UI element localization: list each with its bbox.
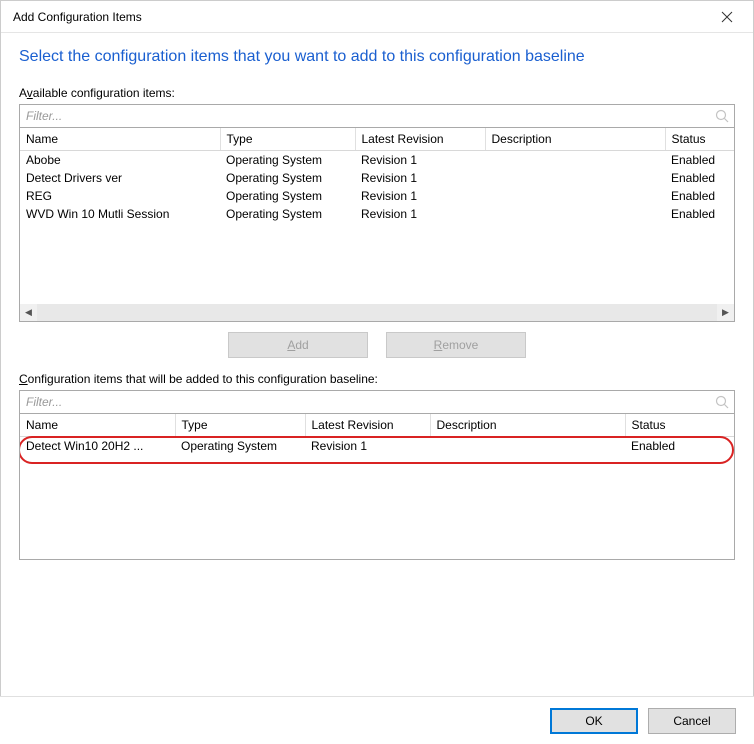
- added-table-container: Name Type Latest Revision Description St…: [19, 414, 735, 560]
- col-type[interactable]: Type: [220, 128, 355, 151]
- ok-button[interactable]: OK: [550, 708, 638, 734]
- added-table-body[interactable]: Detect Win10 20H2 ...Operating SystemRev…: [20, 437, 734, 559]
- dialog-footer: OK Cancel: [0, 696, 754, 744]
- hscrollbar[interactable]: ◀ ▶: [20, 304, 734, 321]
- close-button[interactable]: [707, 3, 747, 31]
- col-status[interactable]: Status: [625, 414, 734, 437]
- table-row[interactable]: Detect Drivers verOperating SystemRevisi…: [20, 169, 734, 187]
- remove-button[interactable]: Remove: [386, 332, 526, 358]
- window-title: Add Configuration Items: [13, 10, 142, 24]
- available-table-body[interactable]: AbobeOperating SystemRevision 1Enabled D…: [20, 151, 734, 321]
- col-latest[interactable]: Latest Revision: [305, 414, 430, 437]
- titlebar: Add Configuration Items: [1, 1, 753, 33]
- col-name[interactable]: Name: [20, 128, 220, 151]
- added-table[interactable]: Name Type Latest Revision Description St…: [20, 414, 734, 437]
- available-table[interactable]: Name Type Latest Revision Description St…: [20, 128, 734, 151]
- table-row[interactable]: Detect Win10 20H2 ...Operating SystemRev…: [20, 437, 734, 455]
- scroll-left-icon[interactable]: ◀: [20, 304, 37, 321]
- col-status[interactable]: Status: [665, 128, 734, 151]
- table-row[interactable]: REGOperating SystemRevision 1Enabled: [20, 187, 734, 205]
- available-filter-wrap: [19, 104, 735, 128]
- added-filter-wrap: [19, 390, 735, 414]
- col-latest[interactable]: Latest Revision: [355, 128, 485, 151]
- available-filter-input[interactable]: [20, 105, 734, 127]
- col-description[interactable]: Description: [485, 128, 665, 151]
- table-row[interactable]: AbobeOperating SystemRevision 1Enabled: [20, 151, 734, 169]
- cancel-button[interactable]: Cancel: [648, 708, 736, 734]
- close-icon: [721, 11, 733, 23]
- middle-button-row: Add Remove: [19, 322, 735, 372]
- headline: Select the configuration items that you …: [19, 47, 735, 68]
- available-label: Available configuration items:: [19, 86, 735, 100]
- table-row[interactable]: WVD Win 10 Mutli SessionOperating System…: [20, 205, 734, 223]
- scroll-track[interactable]: [37, 304, 717, 321]
- search-icon[interactable]: [714, 108, 730, 124]
- col-description[interactable]: Description: [430, 414, 625, 437]
- col-name[interactable]: Name: [20, 414, 175, 437]
- added-label: Configuration items that will be added t…: [19, 372, 735, 386]
- available-table-container: Name Type Latest Revision Description St…: [19, 128, 735, 322]
- scroll-right-icon[interactable]: ▶: [717, 304, 734, 321]
- col-type[interactable]: Type: [175, 414, 305, 437]
- added-filter-input[interactable]: [20, 391, 734, 413]
- search-icon[interactable]: [714, 394, 730, 410]
- add-button[interactable]: Add: [228, 332, 368, 358]
- dialog-content: Select the configuration items that you …: [1, 33, 753, 570]
